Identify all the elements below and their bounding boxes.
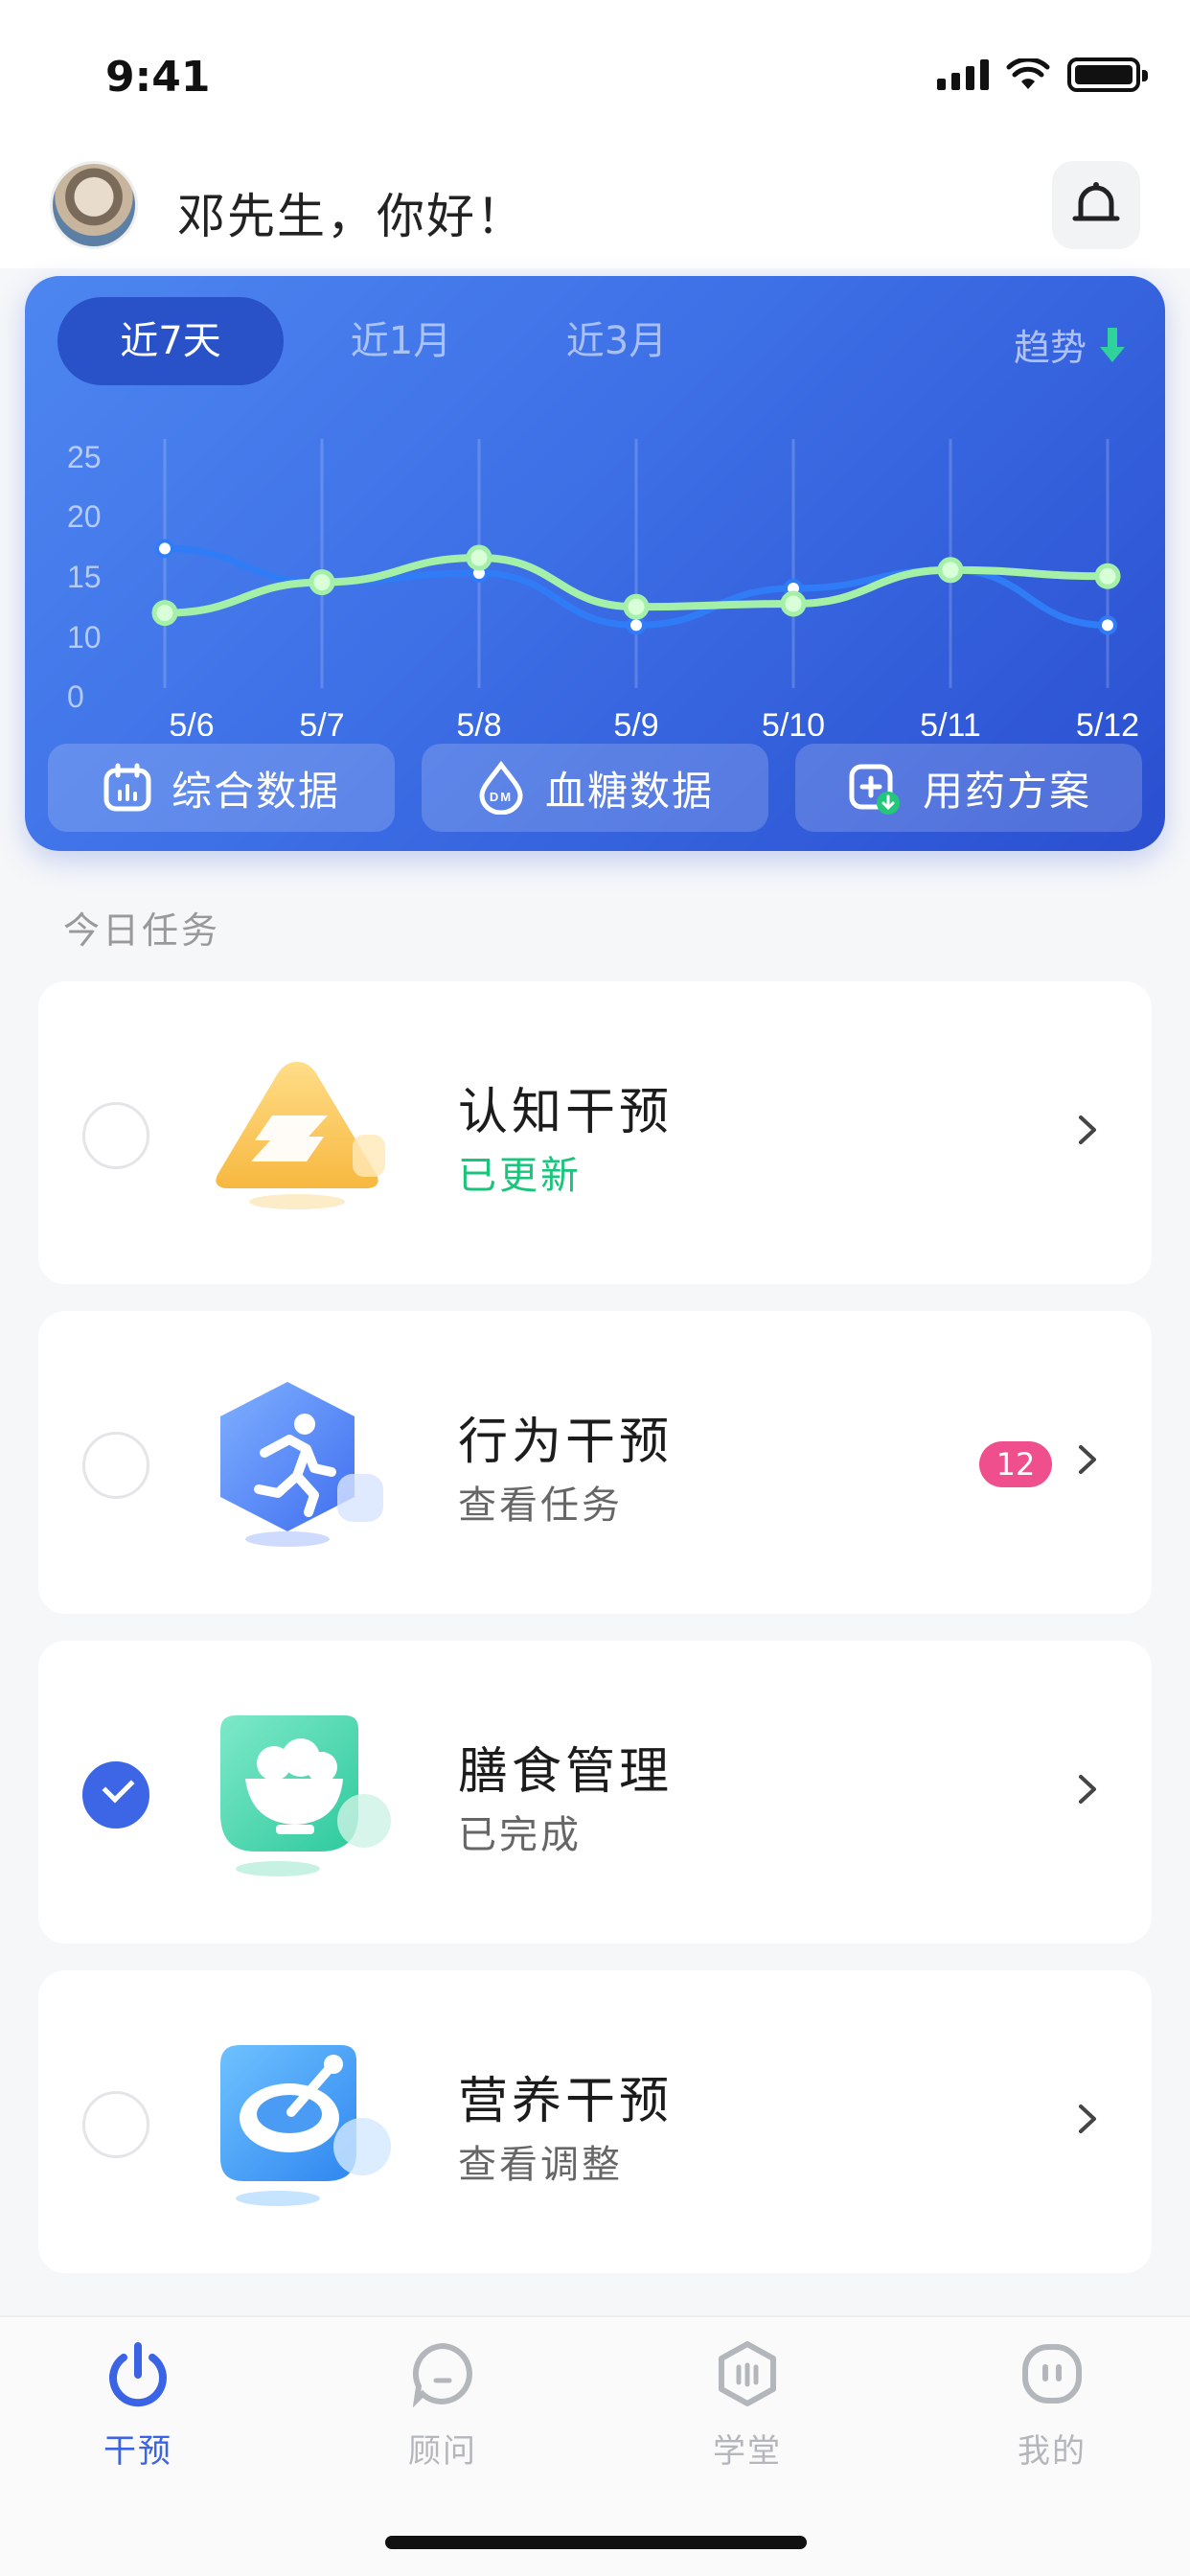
home-indicator [385, 2536, 807, 2549]
bell-icon [1072, 182, 1120, 221]
x-tick-label: 5/9 [613, 707, 658, 736]
medication-plan-label: 用药方案 [922, 767, 1091, 815]
trend-label: 趋势 [1013, 327, 1087, 369]
cellular-signal-icon [937, 59, 989, 90]
data-point[interactable] [937, 557, 964, 584]
task-status: 已完成 [458, 1813, 582, 1857]
power-icon [109, 2342, 167, 2407]
data-point[interactable] [151, 600, 178, 627]
header: 邓先生，你好！ [0, 144, 1190, 268]
x-tick-label: 5/11 [920, 707, 981, 736]
chevron-right-icon [1079, 1445, 1096, 1474]
overall-data-label: 综合数据 [171, 767, 340, 815]
tab-3months[interactable]: 近3月 [509, 297, 724, 385]
chevron-right-icon [1079, 2104, 1096, 2133]
glucose-data-card: 近7天 近1月 近3月 趋势 0 10 15 20 25 5/6 5/7 5/8 5/9 5/10… [25, 276, 1165, 851]
data-point[interactable] [309, 569, 335, 596]
x-tick-label: 5/8 [456, 707, 501, 736]
task-count-badge: 12 [979, 1441, 1052, 1487]
nav-label: 学堂 [713, 2432, 782, 2471]
x-tick-label: 5/7 [299, 707, 344, 736]
data-point[interactable] [623, 593, 650, 620]
data-point[interactable] [1094, 563, 1121, 589]
task-status: 查看调整 [458, 2143, 623, 2187]
y-tick-label: 0 [67, 679, 84, 714]
soup-bowl-icon [220, 2045, 391, 2206]
notification-button[interactable] [1052, 161, 1140, 249]
data-point[interactable] [466, 544, 492, 571]
nav-intervention[interactable]: 干预 [42, 2340, 234, 2472]
nav-label: 顾问 [408, 2432, 477, 2471]
nav-academy[interactable]: 学堂 [652, 2340, 843, 2472]
chat-bubble-icon [412, 2342, 472, 2408]
task-checkbox[interactable] [82, 1432, 149, 1499]
tab-1month[interactable]: 近1月 [293, 297, 509, 385]
status-time: 9:41 [105, 53, 211, 102]
nav-label: 我的 [1018, 2432, 1087, 2471]
task-card-nutrition[interactable]: 营养干预 查看调整 [38, 1970, 1152, 2273]
data-point[interactable] [627, 615, 646, 635]
task-checkbox-checked[interactable] [82, 1761, 149, 1828]
task-card-behavior[interactable]: 行为干预 查看任务 12 [38, 1311, 1152, 1614]
overall-data-button[interactable]: 综合数据 [48, 744, 395, 832]
blood-drop-icon: DM [479, 761, 523, 815]
today-tasks-title: 今日任务 [63, 909, 221, 952]
trend-button[interactable]: 趋势 [1014, 318, 1127, 371]
glucose-line-chart: 0 10 15 20 25 5/6 5/7 5/8 5/9 5/10 5/11 5/12 [67, 439, 1139, 736]
running-person-icon [220, 1382, 383, 1547]
food-bowl-icon [220, 1715, 391, 1876]
data-point[interactable] [780, 590, 807, 617]
profile-face-icon [1022, 2344, 1082, 2404]
task-name: 膳食管理 [458, 1743, 674, 1801]
glucose-data-label: 血糖数据 [544, 767, 714, 815]
task-card-diet[interactable]: 膳食管理 已完成 [38, 1641, 1152, 1944]
wifi-icon [1006, 58, 1050, 89]
y-tick-label: 10 [67, 620, 102, 655]
card-buttons: 综合数据 DM 血糖数据 用药方案 [48, 744, 1142, 832]
battery-icon [1067, 58, 1148, 92]
svg-text:DM: DM [490, 790, 513, 804]
tab-7days[interactable]: 近7天 [57, 297, 284, 385]
status-bar: 9:41 [0, 0, 1190, 144]
data-point[interactable] [1098, 615, 1117, 635]
y-tick-label: 20 [67, 499, 102, 534]
nav-label: 干预 [103, 2432, 172, 2471]
task-name: 营养干预 [458, 2073, 674, 2130]
calendar-chart-icon [103, 763, 151, 812]
task-name: 认知干预 [458, 1084, 674, 1141]
nav-advisor[interactable]: 顾问 [347, 2340, 538, 2472]
task-checkbox[interactable] [82, 2091, 149, 2158]
x-tick-label: 5/12 [1076, 707, 1139, 736]
y-tick-label: 25 [67, 440, 102, 474]
nav-profile[interactable]: 我的 [956, 2340, 1148, 2472]
y-tick-label: 15 [67, 560, 102, 594]
chevron-right-icon [1079, 1116, 1096, 1144]
greeting-text: 邓先生，你好！ [177, 189, 526, 244]
chevron-right-icon [1079, 1775, 1096, 1804]
cognitive-video-icon [216, 1062, 385, 1209]
hexagon-book-icon [719, 2341, 776, 2406]
task-card-cognitive[interactable]: 认知干预 已更新 [38, 981, 1152, 1284]
status-icons [937, 58, 1148, 92]
medication-plan-button[interactable]: 用药方案 [795, 744, 1142, 832]
x-tick-label: 5/6 [169, 707, 214, 736]
period-tabs: 近7天 近1月 近3月 [57, 297, 724, 385]
arrow-down-icon [1100, 327, 1125, 362]
data-point[interactable] [155, 539, 174, 559]
x-tick-label: 5/10 [762, 707, 825, 736]
medicine-box-icon [849, 764, 900, 815]
task-status: 已更新 [458, 1154, 582, 1198]
task-checkbox[interactable] [82, 1102, 149, 1169]
avatar[interactable] [50, 161, 138, 249]
task-name: 行为干预 [458, 1414, 674, 1471]
task-status: 查看任务 [458, 1484, 623, 1528]
glucose-data-button[interactable]: DM 血糖数据 [422, 744, 768, 832]
